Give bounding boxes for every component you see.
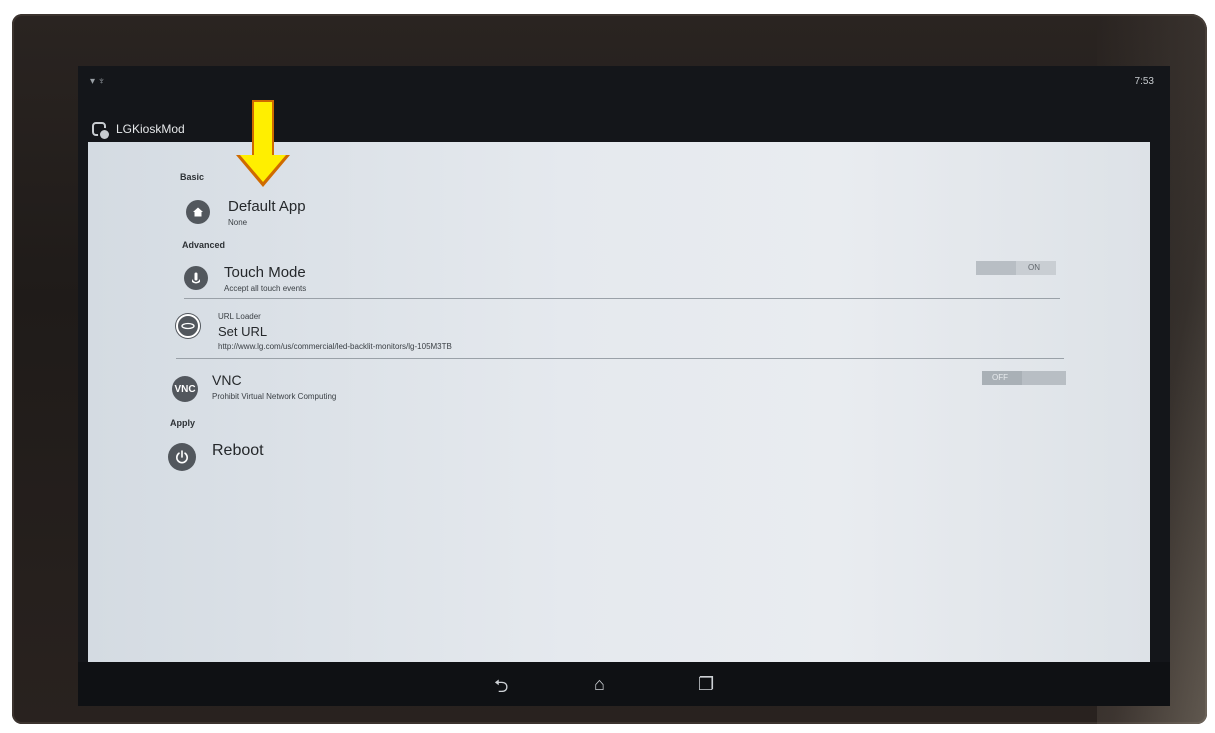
- touch-icon: [184, 266, 208, 290]
- url-loader-category: URL Loader: [218, 312, 261, 321]
- home-icon: [186, 200, 210, 224]
- vnc-summary: Prohibit Virtual Network Computing: [212, 392, 337, 401]
- status-bar: ▾ ♆ 7:53: [78, 66, 1170, 96]
- divider: [184, 298, 1060, 299]
- default-app-title: Default App: [228, 198, 306, 215]
- app-title: LGKioskMod: [116, 122, 185, 136]
- section-header-basic: Basic: [180, 172, 205, 182]
- vnc-icon: VNC: [172, 376, 198, 402]
- back-icon[interactable]: ⮌: [494, 674, 508, 704]
- reboot-title: Reboot: [212, 442, 264, 459]
- vnc-title: VNC: [212, 372, 242, 388]
- recents-icon[interactable]: ❐: [698, 674, 714, 695]
- status-icons: ▾ ♆: [90, 76, 106, 87]
- vnc-toggle[interactable]: OFF: [982, 371, 1066, 385]
- divider: [176, 358, 1064, 359]
- tablet-bezel: ▾ ♆ 7:53 LGKioskMod Basic Default App No…: [12, 14, 1207, 724]
- gear-icon: [100, 130, 109, 139]
- section-header-advanced: Advanced: [182, 240, 226, 250]
- navigation-bar: ⮌ ⌂ ❐: [78, 662, 1170, 706]
- touch-mode-toggle[interactable]: ON: [976, 261, 1056, 275]
- status-time: 7:53: [1134, 76, 1154, 87]
- set-url-title: Set URL: [218, 324, 268, 339]
- section-header-apply: Apply: [170, 418, 196, 428]
- annotation-arrow-shaft: [252, 100, 274, 156]
- home-nav-icon[interactable]: ⌂: [594, 674, 605, 695]
- set-url-summary: http://www.lg.com/us/commercial/led-back…: [218, 342, 452, 351]
- default-app-summary: None: [228, 218, 248, 227]
- annotation-arrow-head-fill: [240, 155, 286, 182]
- www-icon: [176, 314, 200, 338]
- touch-mode-toggle-label: ON: [1028, 263, 1040, 272]
- touch-mode-title: Touch Mode: [224, 264, 306, 281]
- vnc-toggle-label: OFF: [992, 373, 1008, 382]
- power-icon: [168, 443, 196, 471]
- preferences-list: Basic Default App None Advanced Touch Mo…: [88, 142, 1150, 662]
- touch-mode-summary: Accept all touch events: [224, 284, 307, 293]
